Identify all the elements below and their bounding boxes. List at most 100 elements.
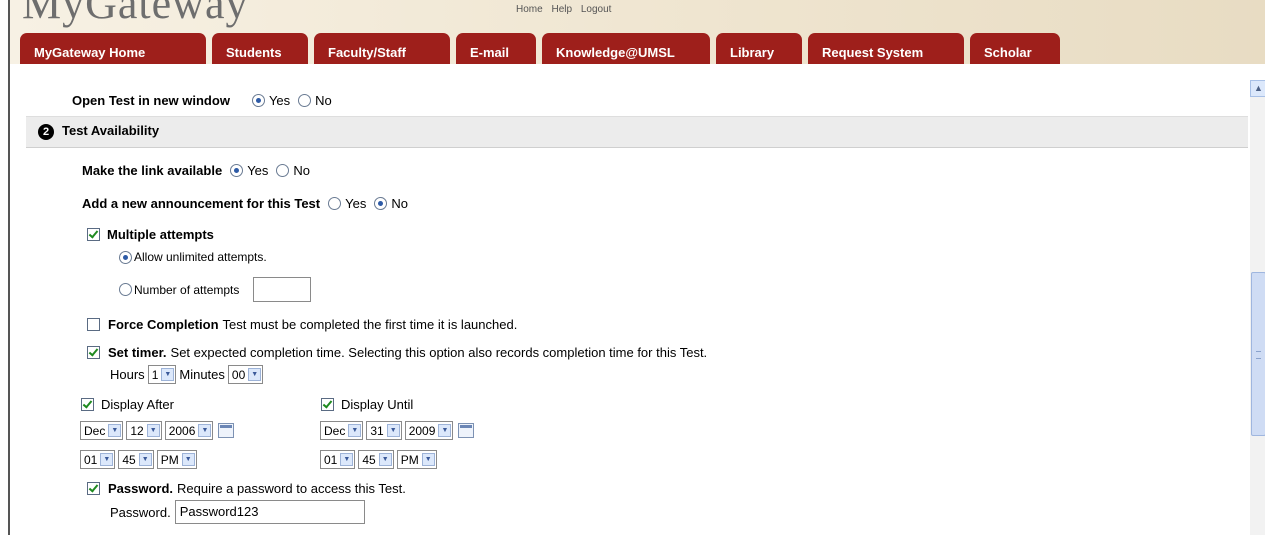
tab-faculty-staff[interactable]: Faculty/Staff xyxy=(314,33,450,64)
after-year-select[interactable]: 2006 ▼ xyxy=(164,421,214,440)
after-ampm-value: PM xyxy=(160,452,179,467)
scroll-up-icon[interactable]: ▲ xyxy=(1250,80,1265,97)
make-link-label: Make the link available xyxy=(82,163,223,178)
multiple-attempts-label: Multiple attempts xyxy=(107,227,214,242)
after-month-select[interactable]: Dec ▼ xyxy=(80,421,124,440)
calendar-icon[interactable] xyxy=(218,423,235,438)
display-until-checkbox-icon[interactable] xyxy=(321,398,334,411)
dropdown-arrow-icon: ▼ xyxy=(438,424,452,437)
site-logo: MyGateway xyxy=(22,0,249,28)
grip-icon xyxy=(1256,351,1261,359)
after-hour-select[interactable]: 01 ▼ xyxy=(80,450,116,469)
until-ampm-select[interactable]: PM ▼ xyxy=(396,450,437,469)
announcement-yes-radio-icon[interactable] xyxy=(328,197,342,210)
number-attempts-input[interactable] xyxy=(253,277,312,302)
dropdown-arrow-icon: ▼ xyxy=(138,453,152,466)
dropdown-arrow-icon: ▼ xyxy=(248,368,262,381)
make-link-yes-radio-icon[interactable] xyxy=(230,164,244,177)
until-hour-select[interactable]: 01 ▼ xyxy=(320,450,356,469)
section-number-icon: 2 xyxy=(38,124,54,140)
open-test-no-radio-icon[interactable] xyxy=(298,94,312,107)
display-until-label: Display Until xyxy=(341,397,414,412)
until-year-select[interactable]: 2009 ▼ xyxy=(404,421,454,440)
hours-value: 1 xyxy=(151,367,159,382)
dropdown-arrow-icon: ▼ xyxy=(108,424,122,437)
tab-library[interactable]: Library xyxy=(716,33,802,64)
hours-select[interactable]: 1 ▼ xyxy=(147,365,177,384)
make-link-no-radio-icon[interactable] xyxy=(276,164,290,177)
after-day-select[interactable]: 12 ▼ xyxy=(126,421,162,440)
after-hour-value: 01 xyxy=(84,452,98,467)
announcement-yes-label: Yes xyxy=(345,196,367,211)
password-field-row: Password. Password123 xyxy=(110,500,365,524)
section-title: Test Availability xyxy=(62,123,160,138)
multiple-attempts-checkbox-icon[interactable] xyxy=(87,228,100,241)
set-timer-row: Set timer. Set expected completion time.… xyxy=(87,345,707,360)
tab-students[interactable]: Students xyxy=(212,33,308,64)
hours-label: Hours xyxy=(110,367,145,382)
dropdown-arrow-icon: ▼ xyxy=(181,453,195,466)
password-desc: Require a password to access this Test. xyxy=(177,481,406,496)
scrollbar-thumb[interactable] xyxy=(1251,272,1265,436)
open-test-yes-radio-icon[interactable] xyxy=(251,94,265,107)
after-month-value: Dec xyxy=(84,423,106,438)
tab-mygateway-home[interactable]: MyGateway Home xyxy=(20,33,206,64)
password-checkbox-icon[interactable] xyxy=(87,482,100,495)
dropdown-arrow-icon: ▼ xyxy=(146,424,160,437)
vertical-scrollbar[interactable]: ▲ xyxy=(1250,80,1265,535)
announcement-no-label: No xyxy=(391,196,408,211)
make-link-yes-label: Yes xyxy=(247,163,269,178)
make-link-no-label: No xyxy=(293,163,311,178)
set-timer-checkbox-icon[interactable] xyxy=(87,346,100,359)
minutes-select[interactable]: 00 ▼ xyxy=(227,365,264,384)
logout-link[interactable]: Logout xyxy=(581,4,612,15)
open-test-label: Open Test in new window xyxy=(72,93,230,108)
site-banner: MyGateway Home Help Logout MyGateway Hom… xyxy=(10,0,1265,64)
password-row: Password. Require a password to access t… xyxy=(87,481,406,496)
until-minute-select[interactable]: 45 ▼ xyxy=(358,450,394,469)
password-field-label: Password. xyxy=(110,504,171,520)
set-timer-desc: Set expected completion time. Selecting … xyxy=(170,345,708,360)
dropdown-arrow-icon: ▼ xyxy=(421,453,435,466)
password-label: Password. xyxy=(108,481,174,496)
dropdown-arrow-icon: ▼ xyxy=(198,424,212,437)
help-link[interactable]: Help xyxy=(551,4,572,15)
calendar-icon[interactable] xyxy=(458,423,475,438)
display-after-checkbox-icon[interactable] xyxy=(81,398,94,411)
open-test-yes-label: Yes xyxy=(268,93,291,108)
password-input[interactable]: Password123 xyxy=(174,500,365,524)
unlimited-attempts-row: Allow unlimited attempts. xyxy=(119,250,267,264)
set-timer-label: Set timer. xyxy=(108,345,167,360)
number-attempts-radio-icon[interactable] xyxy=(119,283,132,296)
until-day-select[interactable]: 31 ▼ xyxy=(366,421,402,440)
multiple-attempts-row: Multiple attempts xyxy=(87,227,214,242)
browser-frame: MyGateway Home Help Logout MyGateway Hom… xyxy=(8,0,1265,535)
after-year-value: 2006 xyxy=(168,423,196,438)
after-minute-value: 45 xyxy=(122,452,136,467)
dropdown-arrow-icon: ▼ xyxy=(340,453,354,466)
tab-request-system[interactable]: Request System xyxy=(808,33,964,64)
after-minute-select[interactable]: 45 ▼ xyxy=(118,450,154,469)
number-attempts-row: Number of attempts xyxy=(119,277,312,302)
tab-knowledge[interactable]: Knowledge@UMSL xyxy=(542,33,710,64)
after-ampm-select[interactable]: PM ▼ xyxy=(156,450,197,469)
tab-scholar[interactable]: Scholar xyxy=(970,33,1060,64)
content-panel: Open Test in new window Yes No 2 Test Av… xyxy=(12,64,1248,535)
display-after-time-row: 01 ▼ 45 ▼ PM ▼ xyxy=(80,450,200,469)
force-completion-checkbox-icon[interactable] xyxy=(87,318,100,331)
until-month-select[interactable]: Dec ▼ xyxy=(320,421,364,440)
dropdown-arrow-icon: ▼ xyxy=(378,453,392,466)
dropdown-arrow-icon: ▼ xyxy=(348,424,362,437)
display-after-label: Display After xyxy=(101,397,174,412)
home-link[interactable]: Home xyxy=(516,4,543,15)
minutes-value: 00 xyxy=(231,367,246,382)
display-after-row: Display After xyxy=(81,397,174,412)
force-completion-label: Force Completion xyxy=(108,317,219,332)
announcement-no-radio-icon[interactable] xyxy=(374,197,388,210)
make-link-row: Make the link available Yes No xyxy=(82,163,310,178)
open-test-row: Open Test in new window Yes No xyxy=(72,93,332,108)
display-after-date-row: Dec ▼ 12 ▼ 2006 ▼ xyxy=(80,421,235,440)
unlimited-attempts-radio-icon[interactable] xyxy=(119,250,132,264)
tab-email[interactable]: E-mail xyxy=(456,33,536,64)
display-until-date-row: Dec ▼ 31 ▼ 2009 ▼ xyxy=(320,421,475,440)
